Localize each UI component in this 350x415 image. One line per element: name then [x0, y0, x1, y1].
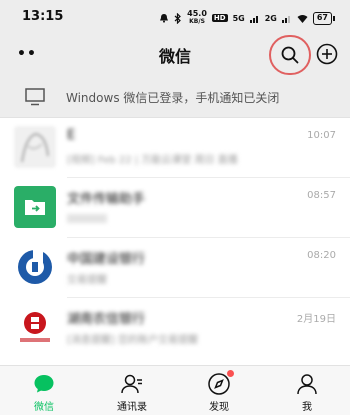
chat-icon	[34, 375, 54, 393]
chat-preview	[67, 214, 107, 223]
bluetooth-icon	[174, 12, 182, 24]
status-bar: 13:15 45.0 KB/S HD 5G 2G 67	[0, 0, 350, 34]
signal-bars-icon	[249, 15, 258, 23]
bank-logo-icon	[20, 312, 50, 342]
bottom-nav: 微信 通讯录 发现 我	[0, 365, 350, 415]
tab-me[interactable]: 我	[277, 366, 337, 415]
chat-preview: 交易提醒	[67, 275, 107, 286]
battery-indicator: 67	[312, 11, 336, 25]
avatar	[14, 246, 56, 288]
avatar	[14, 126, 56, 168]
chat-item-1[interactable]: 文件传输助手 08:57	[0, 178, 350, 238]
wifi-icon	[297, 14, 308, 23]
chat-item-2[interactable]: 中国建设银行 交易提醒 08:20	[0, 238, 350, 298]
tab-discover[interactable]: 发现	[189, 366, 249, 415]
avatar	[14, 306, 56, 348]
folder-arrow-icon	[25, 200, 45, 215]
chat-name: 中国建设银行	[67, 252, 146, 267]
notification-dot	[227, 370, 234, 377]
chat-time: 10:07	[307, 130, 336, 141]
add-plus-button[interactable]	[316, 43, 338, 65]
chat-name: 湖南农信银行	[67, 312, 146, 327]
hd-badge: HD	[211, 14, 228, 22]
chat-time: 08:57	[307, 190, 336, 201]
chat-preview: [视频] Feb 22 | 万能云课堂 周日 直播	[67, 155, 238, 166]
tab-label: 发现	[209, 402, 229, 413]
contacts-icon	[121, 374, 142, 394]
signal-bars-2-icon	[281, 15, 290, 23]
windows-login-banner[interactable]: Windows 微信已登录，手机通知已关闭	[0, 76, 350, 118]
chat-name: E	[67, 128, 76, 143]
signal-5g: 5G	[232, 13, 245, 23]
status-time: 13:15	[22, 9, 64, 24]
signal-2g: 2G	[264, 13, 277, 23]
ccb-logo-icon	[18, 248, 52, 284]
tab-label: 通讯录	[117, 402, 147, 413]
tab-label: 微信	[34, 402, 54, 413]
tab-chats[interactable]: 微信	[14, 366, 74, 415]
chat-item-3[interactable]: 湖南农信银行 [消息提醒] 您的账户交易提醒 2月19日	[0, 298, 350, 358]
chat-preview: [消息提醒] 您的账户交易提醒	[67, 335, 198, 346]
chat-list: E [视频] Feb 22 | 万能云课堂 周日 直播 10:07 文件传输助手…	[0, 118, 350, 365]
sketch-avatar-icon	[14, 126, 56, 168]
app-header: •• 微信	[0, 34, 350, 76]
status-icons: 45.0 KB/S HD 5G 2G 67	[159, 9, 336, 26]
search-button[interactable]	[269, 35, 311, 75]
search-icon	[281, 46, 299, 64]
tab-label: 我	[302, 402, 312, 413]
banner-text: Windows 微信已登录，手机通知已关闭	[66, 91, 280, 105]
monitor-icon	[25, 88, 45, 106]
person-icon	[297, 374, 317, 395]
tab-contacts[interactable]: 通讯录	[102, 366, 162, 415]
avatar	[14, 186, 56, 228]
chat-name: 文件传输助手	[67, 192, 146, 207]
network-speed: 45.0 KB/S	[187, 9, 207, 26]
alarm-icon	[160, 14, 169, 23]
chat-time: 08:20	[307, 250, 336, 261]
chat-item-0[interactable]: E [视频] Feb 22 | 万能云课堂 周日 直播 10:07	[0, 118, 350, 178]
chat-time: 2月19日	[296, 314, 336, 325]
